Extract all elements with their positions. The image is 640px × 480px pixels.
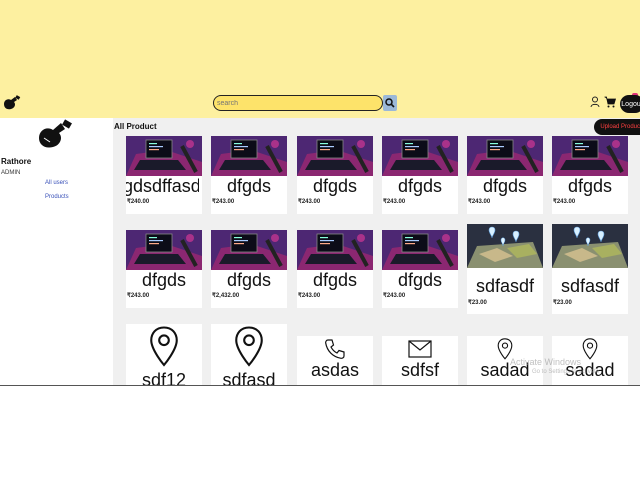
mail-icon: [382, 340, 458, 358]
product-name: dfgds: [482, 176, 528, 196]
product-image-map: [552, 224, 628, 273]
product-name: dfgds: [397, 270, 443, 290]
product-card[interactable]: dfgds ₹243.00: [382, 136, 458, 214]
product-image-laptop: [211, 230, 287, 275]
brand-logo[interactable]: [2, 94, 22, 112]
sidebar-user-name: Rathore: [1, 157, 32, 166]
product-image-laptop: [297, 230, 373, 275]
product-card[interactable]: dfgds ₹243.00: [297, 230, 373, 308]
product-price: ₹243.00: [383, 293, 406, 299]
product-name: asdas: [310, 360, 360, 380]
sidebar-item-all-users[interactable]: All users: [45, 180, 68, 186]
product-card[interactable]: asdas: [297, 336, 373, 386]
activate-windows-subtext: Go to Settings to activate: [532, 369, 600, 375]
check-icon: [553, 207, 559, 211]
product-name: sdfasd: [222, 370, 276, 386]
search-icon: [385, 98, 395, 108]
product-name: sdfasdf: [475, 276, 535, 296]
product-name: dfgds: [312, 176, 358, 196]
product-price: ₹243.00: [383, 199, 406, 205]
product-name: sdf12: [141, 370, 187, 386]
screen-bottom-edge: [0, 385, 640, 386]
product-price: ₹243.00: [468, 199, 491, 205]
cart-icon[interactable]: [604, 96, 616, 108]
check-icon: [212, 207, 218, 211]
phone-icon: [297, 338, 373, 360]
product-price: ₹243.00: [298, 199, 321, 205]
product-price: ₹243.00: [212, 199, 235, 205]
location-pin-icon: [211, 326, 287, 367]
product-price: ₹240.00: [127, 199, 150, 205]
location-pin-icon: [126, 326, 202, 367]
sidebar-user-role: ADMIN: [1, 170, 21, 176]
product-card[interactable]: dfgds ₹243.00: [297, 136, 373, 214]
product-card[interactable]: dfgds ₹243.00: [126, 230, 202, 308]
product-image-laptop: [211, 136, 287, 181]
product-name: dfgds: [141, 270, 187, 290]
check-icon: [298, 301, 304, 305]
product-card[interactable]: dfgds ₹243.00: [467, 136, 543, 214]
check-icon: [127, 301, 133, 305]
header-banner: [0, 0, 640, 88]
product-image-laptop: [382, 136, 458, 181]
product-image-laptop: [126, 136, 202, 181]
product-card[interactable]: dfgds ₹243.00: [552, 136, 628, 214]
sidebar-avatar-logo: [39, 119, 72, 148]
product-price: ₹23.00: [553, 300, 572, 306]
product-image-laptop: [552, 136, 628, 181]
product-name: dfgds: [397, 176, 443, 196]
product-card[interactable]: dfgds ₹243.00: [382, 230, 458, 308]
product-card[interactable]: sdfasdf ₹23.00: [552, 224, 628, 314]
page-title: All Product: [114, 122, 157, 131]
product-price: ₹243.00: [127, 293, 150, 299]
product-card[interactable]: sdfsf: [382, 336, 458, 386]
product-name: dfgds: [226, 176, 272, 196]
check-icon: [127, 207, 133, 211]
product-image-laptop: [126, 230, 202, 275]
upload-product-button[interactable]: Upload Product: [594, 119, 640, 135]
product-image-laptop: [297, 136, 373, 181]
product-price: ₹243.00: [298, 293, 321, 299]
product-name: dfgds: [226, 270, 272, 290]
product-card[interactable]: sdf12: [126, 324, 202, 386]
product-name: sdfsf: [400, 360, 439, 380]
search-input[interactable]: [213, 95, 383, 111]
check-icon: [553, 308, 559, 312]
search-bar: [213, 95, 397, 113]
activate-windows-watermark: Activate Windows: [510, 357, 582, 367]
product-name: dfgds: [312, 270, 358, 290]
product-name: gdsdffasd: [126, 176, 199, 196]
product-image-laptop: [382, 230, 458, 275]
logout-button[interactable]: Logout: [620, 95, 640, 113]
user-icon[interactable]: [590, 96, 600, 108]
product-card[interactable]: gdsdffasd ₹240.00: [126, 136, 202, 214]
sidebar-item-products[interactable]: Products: [45, 194, 69, 200]
check-icon: [298, 207, 304, 211]
product-card[interactable]: sdfasd: [211, 324, 287, 386]
search-button[interactable]: [383, 95, 397, 111]
check-icon: [468, 308, 474, 312]
product-card[interactable]: dfgds ₹2,432.00: [211, 230, 287, 308]
product-price: ₹23.00: [468, 300, 487, 306]
product-name: dfgds: [567, 176, 613, 196]
check-icon: [383, 207, 389, 211]
check-icon: [212, 301, 218, 305]
product-card[interactable]: dfgds ₹243.00: [211, 136, 287, 214]
product-name: sdfasdf: [560, 276, 620, 296]
check-icon: [383, 301, 389, 305]
product-price: ₹2,432.00: [212, 293, 240, 299]
product-image-map: [467, 224, 543, 273]
check-icon: [468, 207, 474, 211]
product-price: ₹243.00: [553, 199, 576, 205]
product-card[interactable]: sdfasdf ₹23.00: [467, 224, 543, 314]
product-image-laptop: [467, 136, 543, 181]
